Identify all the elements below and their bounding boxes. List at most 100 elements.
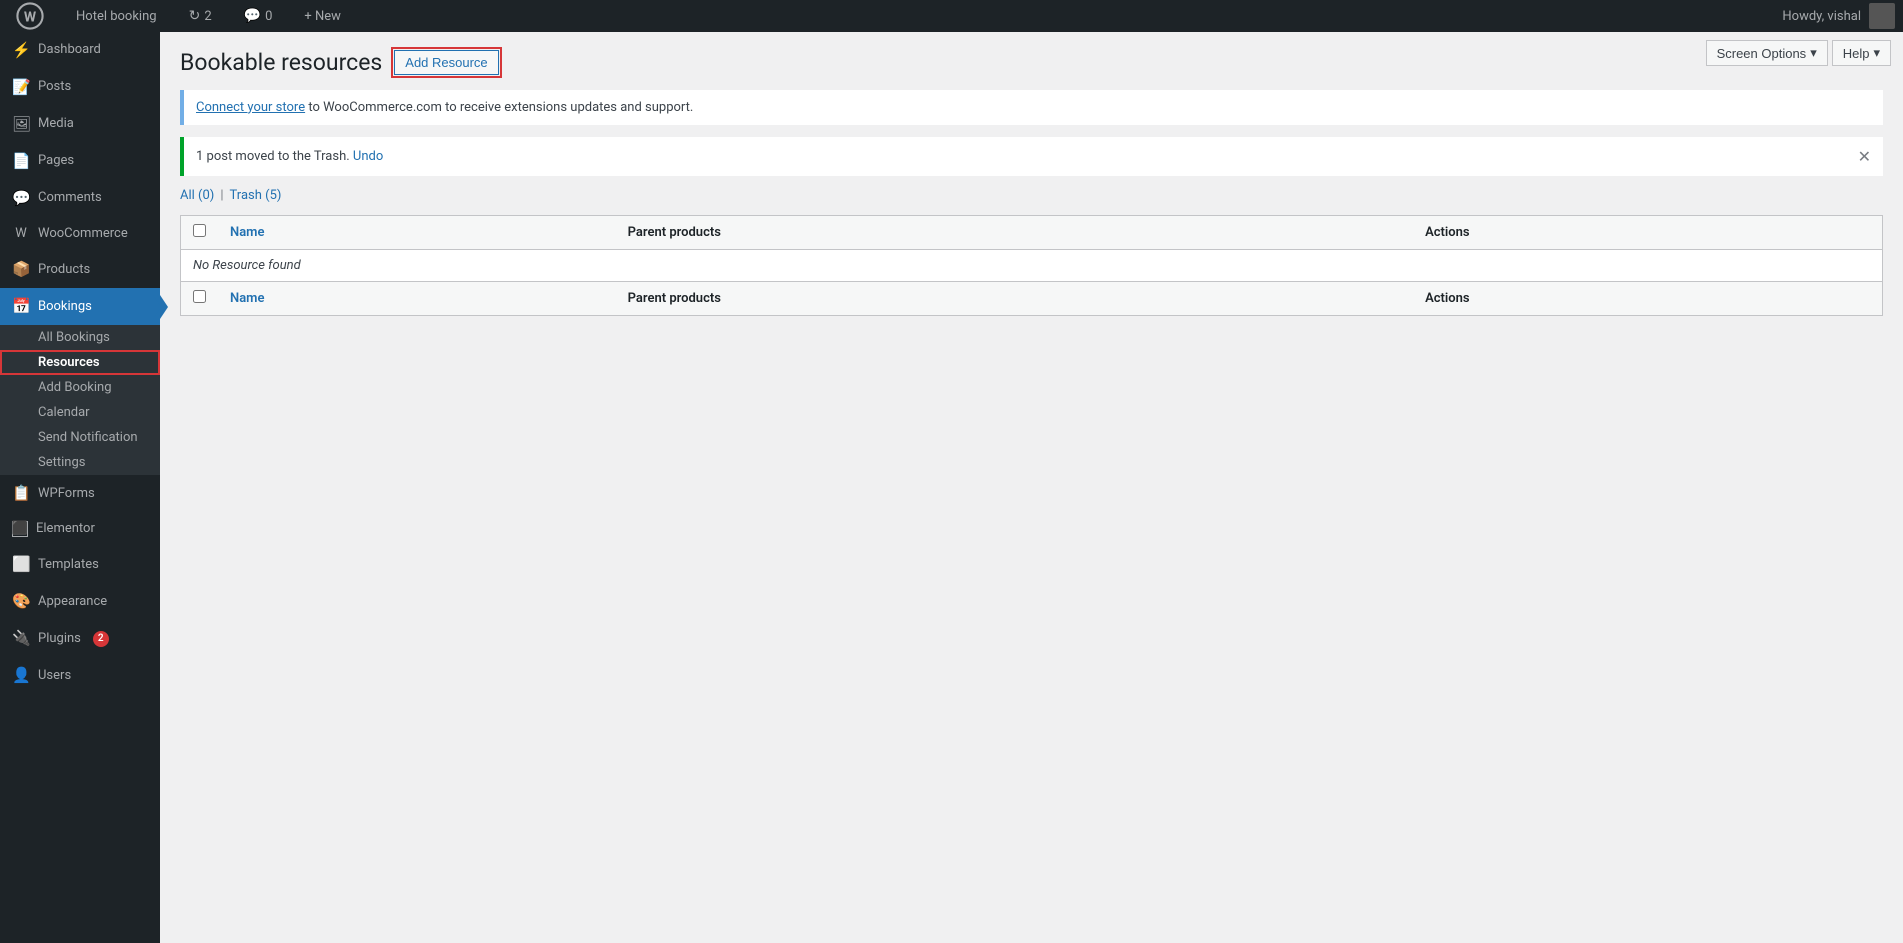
sidebar-item-dashboard[interactable]: ⚡ Dashboard [0,32,160,69]
plugins-icon: 🔌 [12,628,30,649]
footer-actions-col: Actions [1413,281,1882,315]
sidebar-item-posts[interactable]: 📝 Posts [0,69,160,106]
submenu-all-bookings[interactable]: All Bookings [0,325,160,350]
sidebar-item-label: Media [38,115,74,133]
undo-link[interactable]: Undo [353,149,383,164]
revisions-icon: ↻ [189,8,201,24]
templates-icon: ⬜ [12,554,30,575]
sidebar-item-elementor[interactable]: ⬛ Elementor [0,512,160,546]
filter-bar: All (0) | Trash (5) [180,188,1883,203]
sidebar-item-label: WooCommerce [38,225,128,243]
help-button[interactable]: Help ▾ [1832,40,1891,66]
connect-store-link[interactable]: Connect your store [196,100,305,115]
footer-name-col[interactable]: Name [218,281,616,315]
site-name: Hotel booking [76,9,157,24]
help-label: Help [1843,46,1870,61]
sidebar-item-label: Users [38,667,71,685]
sidebar-item-label: Plugins [38,630,81,648]
bookings-icon: 📅 [12,296,30,317]
admin-bar: W Hotel booking ↻ 2 💬 0 + New Howdy, vis… [0,0,1903,32]
sidebar-item-comments[interactable]: 💬 Comments [0,180,160,217]
sidebar-item-appearance[interactable]: 🎨 Appearance [0,583,160,620]
sidebar-item-label: WPForms [38,485,95,503]
submenu-send-notification[interactable]: Send Notification [0,425,160,450]
dashboard-icon: ⚡ [12,40,30,61]
howdy-label: Howdy, vishal [1782,9,1861,24]
sidebar-item-label: Dashboard [38,41,101,59]
submenu-resources[interactable]: Resources [0,350,160,375]
comments-count: 0 [265,9,272,24]
trash-notice-text: 1 post moved to the Trash. Undo [196,149,383,164]
filter-all-link[interactable]: All (0) [180,188,214,203]
new-content-item[interactable]: + New [296,0,349,32]
footer-parent-products-col: Parent products [616,281,1413,315]
trash-notice-close[interactable]: ✕ [1858,147,1871,166]
name-column-header[interactable]: Name [218,215,616,249]
sidebar-item-bookings[interactable]: 📅 Bookings [0,288,160,325]
sidebar-item-label: Bookings [38,298,92,316]
filter-separator: | [220,188,223,203]
products-icon: 📦 [12,259,30,280]
appearance-icon: 🎨 [12,591,30,612]
submenu-calendar[interactable]: Calendar [0,400,160,425]
add-resource-button[interactable]: Add Resource [394,50,498,75]
sidebar-item-label: Templates [38,556,99,574]
woocommerce-icon: W [12,225,30,243]
parent-products-column-header: Parent products [616,215,1413,249]
table-header-row: Name Parent products Actions [181,215,1883,249]
store-notice-text: to WooCommerce.com to receive extensions… [305,100,693,115]
table-footer-row: Name Parent products Actions [181,281,1883,315]
footer-check-col [181,281,219,315]
top-right-bar: Screen Options ▾ Help ▾ [1694,32,1903,74]
trash-notice: 1 post moved to the Trash. Undo ✕ [180,137,1883,176]
pages-icon: 📄 [12,151,30,172]
avatar [1869,3,1895,29]
sidebar-item-media[interactable]: 🖼 Media [0,106,160,143]
revisions-item[interactable]: ↻ 2 [181,0,220,32]
store-notice: Connect your store to WooCommerce.com to… [180,90,1883,125]
screen-options-button[interactable]: Screen Options ▾ [1706,40,1828,66]
sidebar-item-wpforms[interactable]: 📋 WPForms [0,475,160,512]
sidebar-item-plugins[interactable]: 🔌 Plugins 2 [0,620,160,657]
sidebar-item-pages[interactable]: 📄 Pages [0,143,160,180]
screen-options-chevron: ▾ [1810,45,1817,61]
site-name-item[interactable]: Hotel booking [68,0,165,32]
sidebar-item-label: Appearance [38,593,107,611]
actions-column-header: Actions [1413,215,1882,249]
no-items-row: No Resource found [181,249,1883,281]
sidebar-item-label: Products [38,261,90,279]
sidebar-item-templates[interactable]: ⬜ Templates [0,546,160,583]
plugins-badge: 2 [93,631,109,647]
page-header: Bookable resources Add Resource [180,48,1883,78]
submenu-add-booking[interactable]: Add Booking [0,375,160,400]
footer-select-all-checkbox[interactable] [193,290,206,303]
select-all-checkbox[interactable] [193,224,206,237]
resources-table: Name Parent products Actions No Resource… [180,215,1883,316]
help-chevron: ▾ [1873,45,1880,61]
sidebar-item-label: Comments [38,189,102,207]
submenu-settings[interactable]: Settings [0,450,160,475]
svg-text:W: W [24,10,37,26]
sidebar-item-products[interactable]: 📦 Products [0,251,160,288]
posts-icon: 📝 [12,77,30,98]
page-title: Bookable resources [180,48,382,78]
sidebar-item-users[interactable]: 👤 Users [0,657,160,694]
sidebar-item-woocommerce[interactable]: W WooCommerce [0,217,160,251]
no-items-cell: No Resource found [181,249,1883,281]
comments-item[interactable]: 💬 0 [236,0,281,32]
filter-trash-link[interactable]: Trash (5) [230,188,282,203]
elementor-icon: ⬛ [12,521,28,537]
sidebar-item-label: Pages [38,152,74,170]
sidebar-item-label: Elementor [36,520,95,538]
revisions-count: 2 [204,9,211,24]
comments-icon: 💬 [244,8,261,24]
comments-icon: 💬 [12,188,30,209]
main-content: Screen Options ▾ Help ▾ Bookable resourc… [160,32,1903,943]
wpforms-icon: 📋 [12,483,30,504]
users-icon: 👤 [12,665,30,686]
media-icon: 🖼 [12,114,30,135]
new-label: + New [304,9,341,24]
wp-logo-item[interactable]: W [8,0,52,32]
admin-menu: ⚡ Dashboard 📝 Posts 🖼 Media 📄 Pages 💬 Co… [0,32,160,943]
select-all-col [181,215,219,249]
